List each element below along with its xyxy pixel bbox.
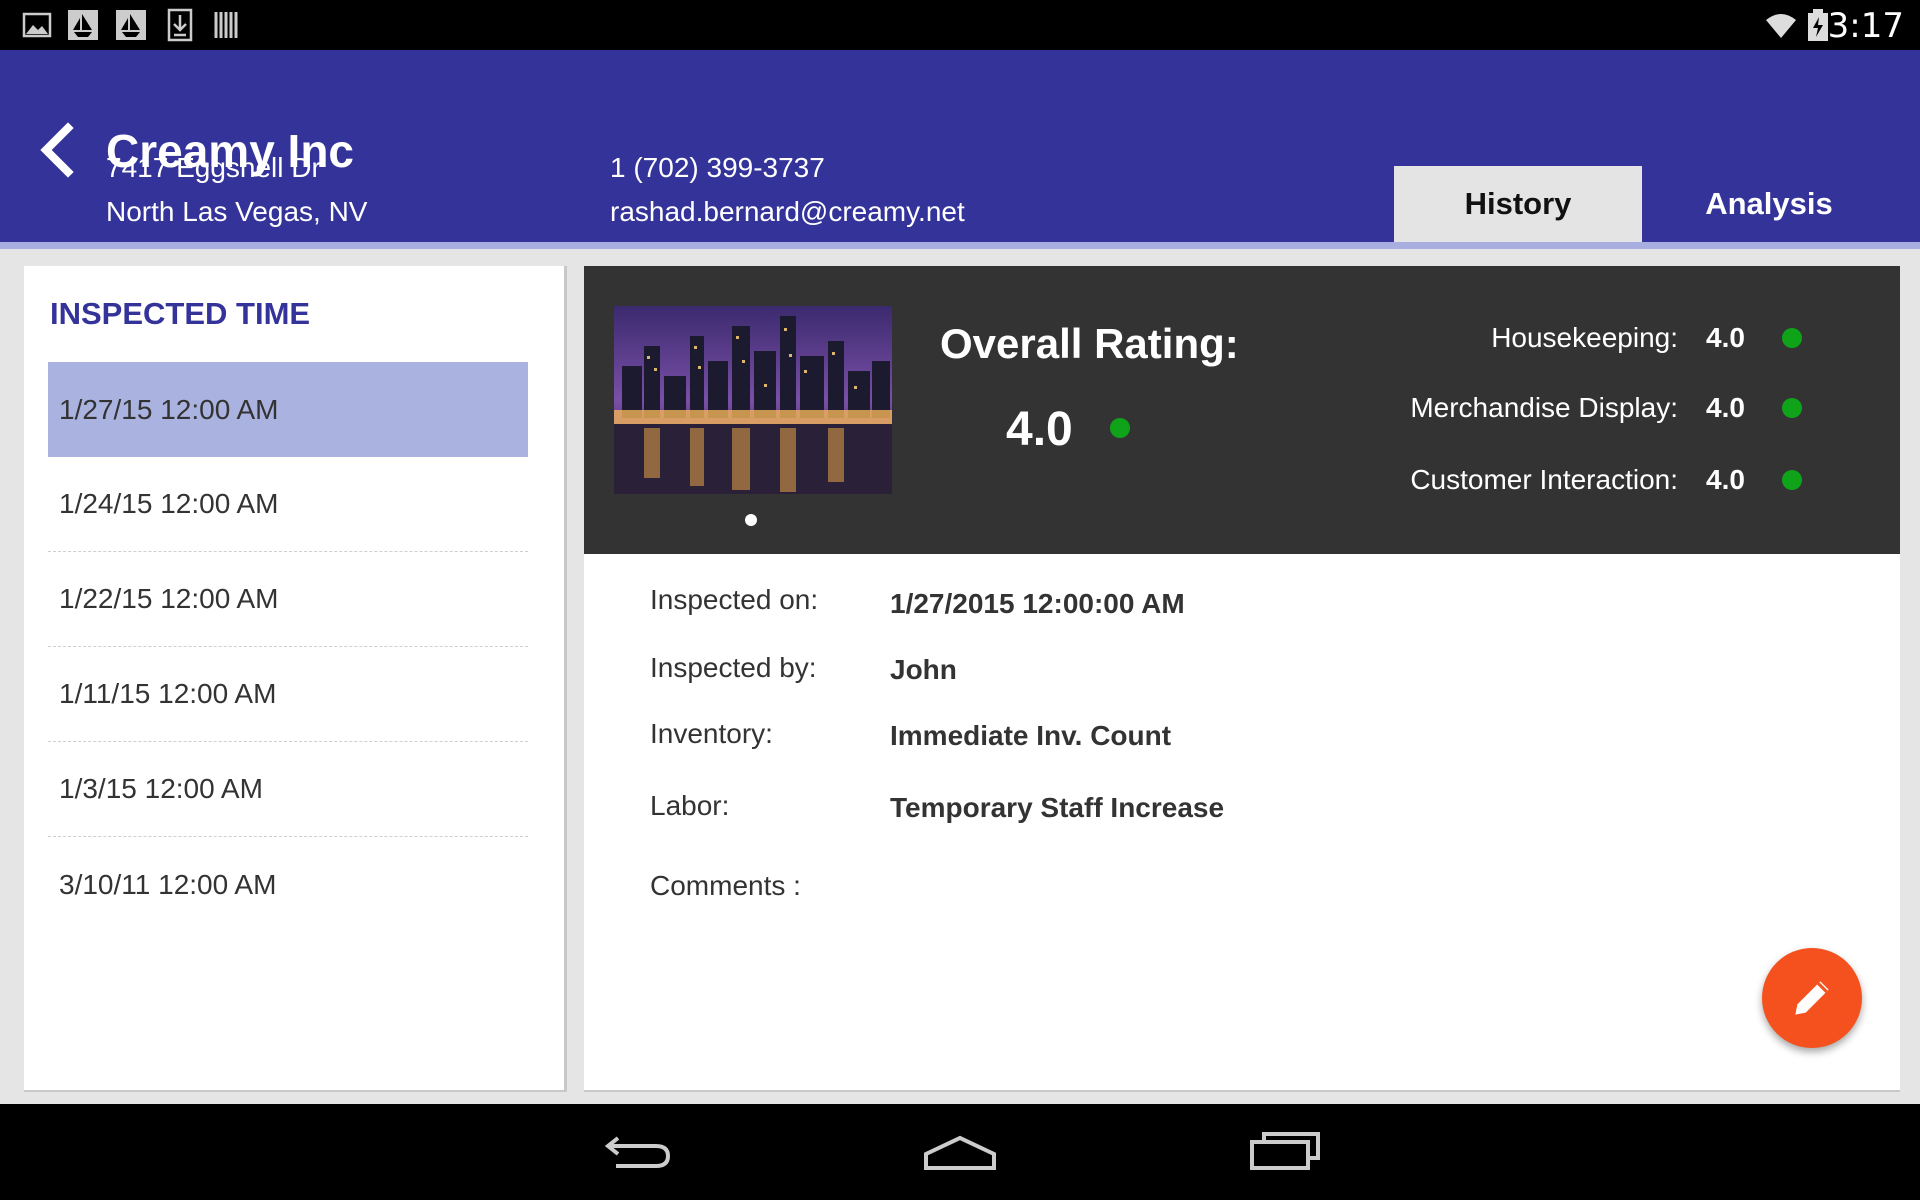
list-item[interactable]: 1/11/15 12:00 AM (48, 647, 528, 742)
wifi-icon (1764, 8, 1798, 42)
list-item[interactable]: 1/24/15 12:00 AM (48, 457, 528, 552)
tab-analysis[interactable]: Analysis (1645, 166, 1893, 242)
page-indicator (745, 514, 757, 526)
sailboat-icon (66, 8, 100, 42)
status-dot (1782, 328, 1802, 348)
barcode-icon (210, 8, 244, 42)
edit-button[interactable] (1762, 948, 1862, 1048)
phone-number[interactable]: 1 (702) 399-3737 (610, 152, 825, 184)
inspection-list-title: INSPECTED TIME (50, 296, 311, 331)
labor-label: Labor: (650, 790, 730, 821)
housekeeping-value: 4.0 (1706, 322, 1745, 353)
merchandise-display-value: 4.0 (1706, 392, 1745, 423)
overall-rating-label: Overall Rating: (940, 320, 1239, 367)
inspection-list-panel: INSPECTED TIME 1/27/15 12:00 AM 1/24/15 … (24, 266, 567, 1092)
list-item[interactable]: 3/10/11 12:00 AM (48, 837, 528, 932)
comments-label: Comments : (650, 870, 801, 901)
chevron-left-icon (40, 122, 74, 178)
customer-interaction-label: Customer Interaction: (1410, 464, 1678, 495)
nav-back-button[interactable] (596, 1124, 676, 1180)
inspected-by-value: John (890, 654, 957, 685)
status-dot (1110, 418, 1130, 438)
back-button[interactable] (34, 122, 82, 178)
inspected-on-label: Inspected on: (650, 584, 819, 615)
housekeeping-label: Housekeeping: (1491, 322, 1678, 353)
battery-charging-icon (1806, 8, 1830, 42)
nav-recents-button[interactable] (1246, 1124, 1326, 1180)
overall-rating-value: 4.0 (1006, 403, 1073, 456)
sailboat-icon (114, 8, 148, 42)
back-arrow-icon (604, 1136, 671, 1168)
list-item[interactable]: 1/27/15 12:00 AM (48, 362, 528, 457)
inspection-list: 1/27/15 12:00 AM 1/24/15 12:00 AM 1/22/1… (48, 362, 528, 932)
store-photo[interactable] (614, 306, 892, 494)
navigation-bar (0, 1104, 1920, 1200)
rating-summary: Overall Rating: 4.0 Housekeeping: 4.0 Me… (584, 266, 1900, 554)
merchandise-display-label: Merchandise Display: (1410, 392, 1678, 423)
email-address[interactable]: rashad.bernard@creamy.net (610, 196, 965, 228)
customer-interaction-value: 4.0 (1706, 464, 1745, 495)
header-divider (0, 242, 1920, 249)
inspected-on-value: 1/27/2015 12:00:00 AM (890, 588, 1185, 619)
recents-icon (1250, 1132, 1320, 1170)
inspection-detail-panel: Overall Rating: 4.0 Housekeeping: 4.0 Me… (584, 266, 1900, 1092)
download-icon (163, 8, 197, 42)
inventory-label: Inventory: (650, 718, 773, 749)
status-bar: 3:17 (0, 0, 1920, 50)
clock: 3:17 (1827, 6, 1904, 46)
labor-value: Temporary Staff Increase (890, 792, 1225, 823)
inventory-value: Immediate Inv. Count (890, 720, 1172, 751)
list-item[interactable]: 1/22/15 12:00 AM (48, 552, 528, 647)
tab-history[interactable]: History (1394, 166, 1642, 242)
address-line2: North Las Vegas, NV (106, 196, 368, 227)
inspected-by-label: Inspected by: (650, 652, 817, 683)
address-line1: 7417 Eggshell Dr (106, 152, 321, 183)
status-dot (1782, 470, 1802, 490)
home-icon (924, 1135, 996, 1170)
nav-home-button[interactable] (920, 1124, 1000, 1180)
image-icon (20, 8, 54, 42)
list-item[interactable]: 1/3/15 12:00 AM (48, 742, 528, 837)
pencil-icon (1795, 981, 1829, 1015)
status-dot (1782, 398, 1802, 418)
